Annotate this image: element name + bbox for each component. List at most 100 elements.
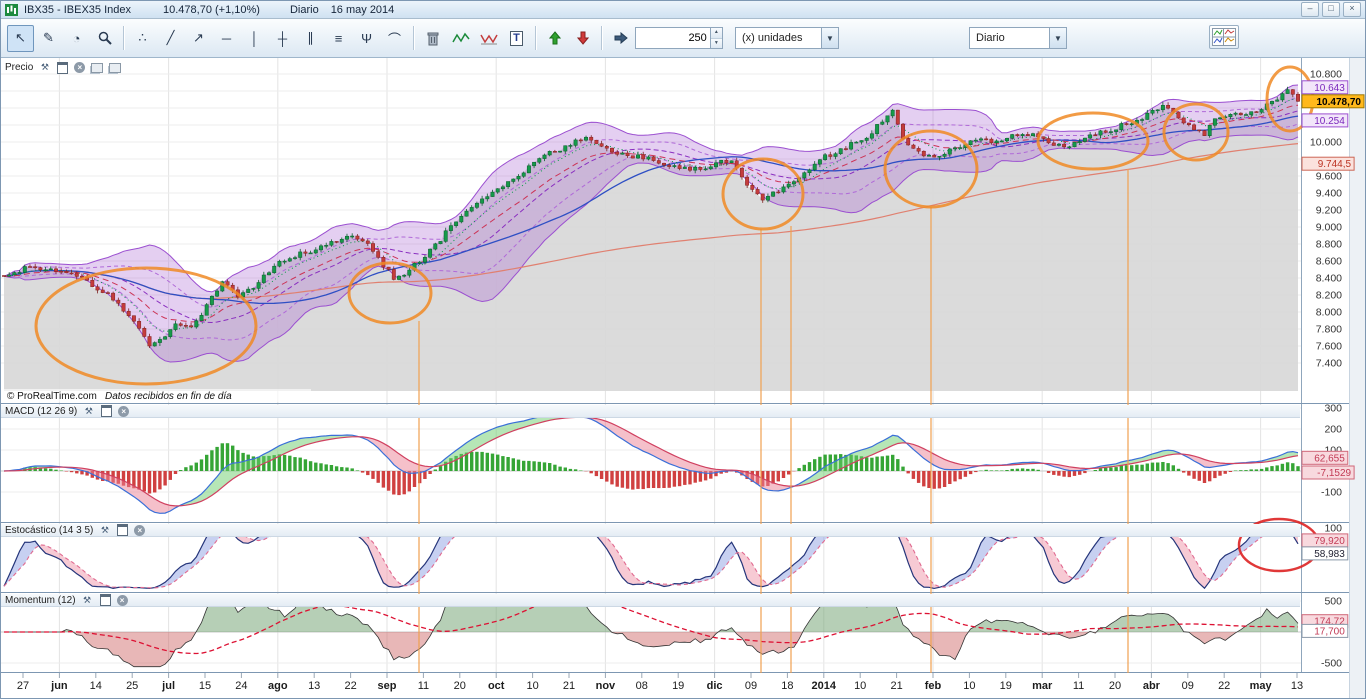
- svg-text:500: 500: [1324, 596, 1342, 608]
- forward-step-tool[interactable]: [607, 25, 634, 52]
- draw-pencil-tool[interactable]: ✎: [35, 25, 62, 52]
- text-tool[interactable]: T: [503, 25, 530, 52]
- svg-text:79,920: 79,920: [1314, 536, 1345, 547]
- macd-close-icon[interactable]: [118, 405, 130, 417]
- svg-text:11: 11: [418, 680, 429, 692]
- svg-text:27: 27: [17, 680, 29, 692]
- svg-text:10.643: 10.643: [1314, 83, 1345, 94]
- buy-arrow-tool[interactable]: [541, 25, 568, 52]
- instrument-title: IBX35 - IBEX35 Index: [24, 3, 132, 16]
- momentum-settings-icon[interactable]: [81, 594, 94, 606]
- macd-panel-header: MACD (12 26 9): [1, 405, 1300, 418]
- timeframe-dropdown-arrow-icon[interactable]: [1049, 28, 1066, 48]
- momentum-panel-label: Momentum (12): [5, 594, 76, 606]
- price-window-icon[interactable]: [56, 61, 69, 74]
- svg-text:21: 21: [890, 680, 902, 692]
- bars-count-input[interactable]: [636, 28, 710, 48]
- spinner-down-icon[interactable]: [710, 38, 722, 48]
- svg-text:09: 09: [745, 680, 757, 692]
- point-tool[interactable]: ∴: [129, 25, 156, 52]
- svg-text:jul: jul: [161, 680, 175, 692]
- units-dropdown[interactable]: (x) unidades: [735, 27, 839, 49]
- macd-window-icon[interactable]: [100, 405, 113, 417]
- svg-text:8.800: 8.800: [1316, 239, 1342, 251]
- arc-tool[interactable]: ⌒: [381, 25, 408, 52]
- toolbar-separator: [123, 26, 124, 50]
- toolbar-tools: ↖ ✎ ◔ ∴ ╱ ↗ ─ │ ┼ ∥ ≡ Ψ ⌒ T: [7, 24, 634, 52]
- svg-text:9.744,5: 9.744,5: [1318, 159, 1352, 170]
- units-dropdown-value: (x) unidades: [742, 32, 803, 44]
- vertical-line-tool[interactable]: │: [241, 25, 268, 52]
- svg-text:10: 10: [854, 680, 866, 692]
- restore-window-button[interactable]: □: [1322, 2, 1340, 17]
- svg-text:8.000: 8.000: [1316, 307, 1342, 319]
- svg-text:22: 22: [344, 680, 356, 692]
- price-panel-label: Precio: [5, 62, 34, 73]
- bars-count-control: [635, 27, 723, 49]
- momentum-close-icon[interactable]: [116, 594, 128, 606]
- minimize-button[interactable]: –: [1301, 2, 1319, 17]
- momentum-window-icon[interactable]: [99, 594, 112, 606]
- stochastic-settings-icon[interactable]: [98, 524, 111, 536]
- zigzag-indicator-tool[interactable]: [447, 25, 474, 52]
- price-restore-icon[interactable]: [90, 62, 103, 74]
- stochastic-panel-header: Estocástico (14 3 5): [1, 524, 1300, 537]
- sell-arrow-tool[interactable]: [569, 25, 596, 52]
- stochastic-close-icon[interactable]: [134, 524, 146, 536]
- bars-count-box: [635, 27, 723, 49]
- svg-text:08: 08: [636, 680, 648, 692]
- svg-text:19: 19: [1000, 680, 1012, 692]
- svg-text:62,655: 62,655: [1314, 453, 1345, 464]
- svg-text:may: may: [1250, 680, 1273, 692]
- delete-drawings-tool[interactable]: [419, 25, 446, 52]
- zoom-tool[interactable]: [91, 25, 118, 52]
- parallel-lines-tool[interactable]: ∥: [297, 25, 324, 52]
- cursor-tool[interactable]: ↖: [7, 24, 34, 52]
- chart-layout-button[interactable]: [1209, 25, 1239, 49]
- macd-panel-label: MACD (12 26 9): [5, 405, 78, 417]
- last-quote: 10.478,70 (+1,10%): [163, 3, 260, 16]
- bars-count-spinner[interactable]: [709, 28, 722, 48]
- price-restore2-icon[interactable]: [108, 62, 121, 74]
- stochastic-window-icon[interactable]: [116, 524, 129, 536]
- price-panel-header: Precio: [1, 61, 127, 74]
- pitchfork-tool[interactable]: Ψ: [353, 25, 380, 52]
- svg-text:abr: abr: [1143, 680, 1161, 692]
- window-controls: – □ ×: [1301, 2, 1361, 17]
- svg-text:9.200: 9.200: [1316, 205, 1342, 217]
- app-icon: [5, 3, 18, 16]
- svg-text:13: 13: [1291, 680, 1303, 692]
- svg-text:25: 25: [126, 680, 138, 692]
- timeframe-dropdown[interactable]: Diario: [969, 27, 1067, 49]
- macd-settings-icon[interactable]: [82, 405, 95, 417]
- fibonacci-tool[interactable]: ≡: [325, 25, 352, 52]
- svg-text:10.478,70: 10.478,70: [1317, 97, 1362, 108]
- stochastic-panel-label: Estocástico (14 3 5): [5, 524, 94, 536]
- svg-text:nov: nov: [596, 680, 616, 692]
- svg-text:09: 09: [1182, 680, 1194, 692]
- titlebar-date: 16 may 2014: [330, 3, 395, 16]
- trendline-tool[interactable]: ╱: [157, 25, 184, 52]
- cross-tool[interactable]: ┼: [269, 25, 296, 52]
- toolbar-separator: [535, 26, 536, 50]
- horizontal-line-tool[interactable]: ─: [213, 25, 240, 52]
- close-window-button[interactable]: ×: [1343, 2, 1361, 17]
- svg-text:10.000: 10.000: [1310, 137, 1342, 149]
- svg-text:14: 14: [90, 680, 102, 692]
- svg-text:oct: oct: [488, 680, 505, 692]
- svg-text:9.400: 9.400: [1316, 188, 1342, 200]
- ray-tool[interactable]: ↗: [185, 25, 212, 52]
- svg-text:200: 200: [1324, 424, 1342, 436]
- spinner-up-icon[interactable]: [710, 28, 722, 39]
- pattern-indicator-tool[interactable]: [475, 25, 502, 52]
- svg-text:-7,1529: -7,1529: [1317, 468, 1351, 479]
- units-dropdown-arrow-icon[interactable]: [821, 28, 838, 48]
- price-close-icon[interactable]: [74, 62, 86, 73]
- svg-text:100: 100: [1324, 523, 1342, 535]
- svg-text:20: 20: [454, 680, 466, 692]
- svg-text:8.400: 8.400: [1316, 273, 1342, 285]
- price-settings-icon[interactable]: [38, 62, 51, 74]
- alarm-tool[interactable]: ◔: [63, 25, 90, 52]
- svg-text:7.400: 7.400: [1316, 358, 1342, 370]
- svg-text:21: 21: [563, 680, 575, 692]
